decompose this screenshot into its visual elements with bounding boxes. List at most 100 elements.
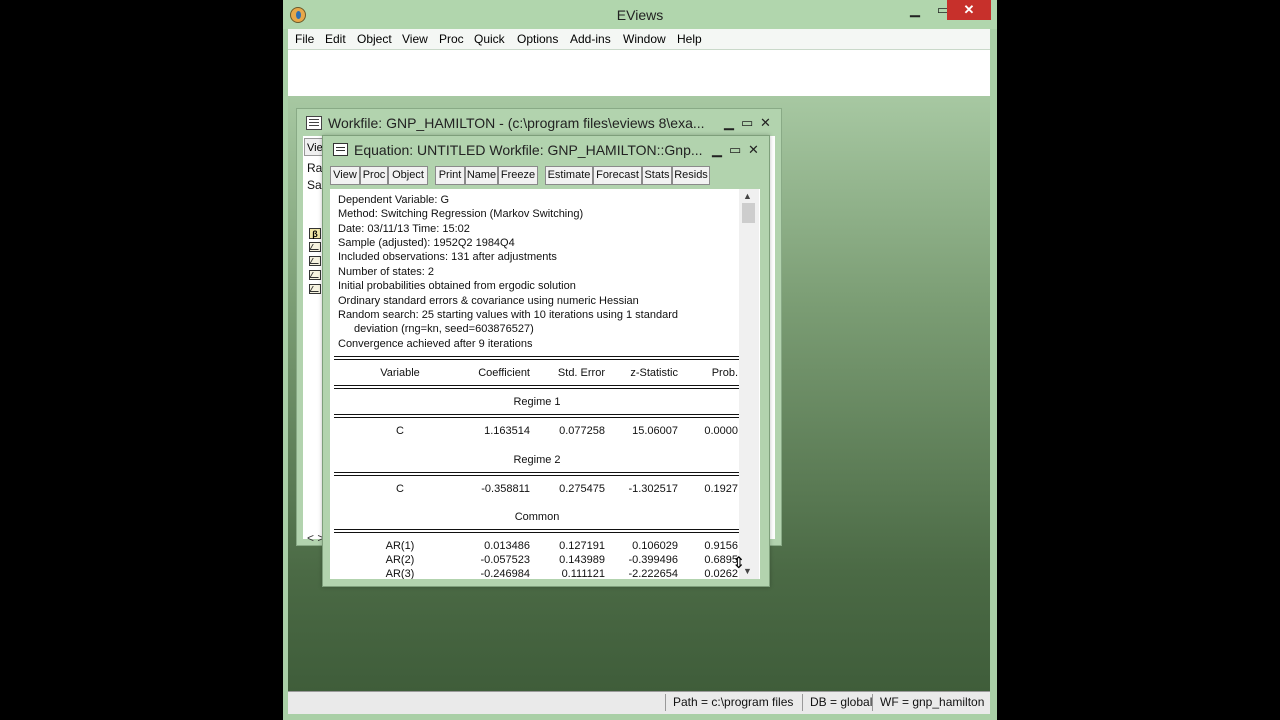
menu-add-ins[interactable]: Add-ins <box>570 32 611 46</box>
common-std-error: 0.127191 <box>559 540 605 552</box>
regime-1-label: Regime 1 <box>513 396 561 408</box>
common-prob: 0.9156 <box>704 540 738 552</box>
workfile-range-label: Ra <box>307 161 323 175</box>
column-header-coefficient: Coefficient <box>478 367 530 379</box>
menu-bar: File Edit Object View Proc Quick Options… <box>288 29 990 49</box>
common-variable: AR(1) <box>385 540 415 552</box>
table-rule <box>334 529 740 533</box>
equation-window[interactable]: Equation: UNTITLED Workfile: GNP_HAMILTO… <box>322 135 770 587</box>
series-icon[interactable] <box>309 242 321 252</box>
app-titlebar[interactable]: EViews ▁ ▭ ✕ <box>283 0 997 29</box>
common-variable: AR(3) <box>385 568 415 579</box>
status-wf: WF = gnp_hamilton <box>872 694 990 711</box>
header-line: Sample (adjusted): 1952Q2 1984Q4 <box>338 237 515 249</box>
regime1-variable: C <box>396 425 404 437</box>
equation-minimize-button[interactable]: ▁ <box>712 142 722 158</box>
menu-proc[interactable]: Proc <box>439 32 464 46</box>
common-variable: AR(2) <box>385 554 415 566</box>
regime1-z-statistic: 15.06007 <box>632 425 678 437</box>
regime2-z-statistic: -1.302517 <box>628 483 678 495</box>
menu-help[interactable]: Help <box>677 32 702 46</box>
command-window[interactable] <box>288 49 990 97</box>
common-coefficient: -0.057523 <box>480 554 530 566</box>
estimation-output[interactable]: Dependent Variable: G Method: Switching … <box>330 189 760 579</box>
common-coefficient: 0.013486 <box>484 540 530 552</box>
column-header-std-error: Std. Error <box>557 367 605 379</box>
toolbar-stats-button[interactable]: Stats <box>642 166 672 185</box>
header-line: Random search: 25 starting values with 1… <box>338 309 678 321</box>
column-header-variable: Variable <box>380 367 420 379</box>
workfile-icon <box>306 116 322 130</box>
coefficient-vector-icon[interactable]: β <box>309 228 321 239</box>
series-icon[interactable] <box>309 270 321 280</box>
regime-2-label: Regime 2 <box>513 454 561 466</box>
minimize-button[interactable]: ▁ <box>901 0 929 20</box>
toolbar-estimate-button[interactable]: Estimate <box>545 166 593 185</box>
header-line: Method: Switching Regression (Markov Swi… <box>338 208 584 220</box>
common-prob: 0.6895 <box>704 554 738 566</box>
workfile-title: Workfile: GNP_HAMILTON - (c:\program fil… <box>328 115 705 131</box>
vertical-scrollbar[interactable]: ▲ ▼ <box>739 189 759 579</box>
toolbar-name-button[interactable]: Name <box>465 166 498 185</box>
toolbar-print-button[interactable]: Print <box>435 166 465 185</box>
column-header-prob: Prob. <box>711 367 738 379</box>
equation-maximize-button[interactable]: ▭ <box>729 142 741 158</box>
table-rule <box>334 385 740 389</box>
header-line: Number of states: 2 <box>338 266 434 278</box>
menu-view[interactable]: View <box>402 32 428 46</box>
menu-window[interactable]: Window <box>623 32 666 46</box>
common-std-error: 0.111121 <box>561 568 605 579</box>
toolbar-object-button[interactable]: Object <box>388 166 428 185</box>
toolbar-forecast-button[interactable]: Forecast <box>593 166 642 185</box>
toolbar-freeze-button[interactable]: Freeze <box>498 166 538 185</box>
close-button[interactable]: ✕ <box>947 0 991 20</box>
status-db: DB = global <box>802 694 878 711</box>
header-line: Initial probabilities obtained from ergo… <box>338 280 576 292</box>
menu-file[interactable]: File <box>295 32 314 46</box>
regime1-std-error: 0.077258 <box>559 425 605 437</box>
header-line: deviation (rng=kn, seed=603876527) <box>354 323 534 335</box>
table-rule <box>334 472 740 476</box>
workfile-close-button[interactable]: ✕ <box>760 115 771 131</box>
series-icon[interactable] <box>309 284 321 294</box>
mouse-cursor-icon: ⇕ <box>732 555 746 572</box>
equation-icon <box>333 143 348 156</box>
common-label: Common <box>514 511 560 523</box>
equation-toolbar: View Proc Object Print Name Freeze Estim… <box>330 165 764 186</box>
toolbar-proc-button[interactable]: Proc <box>360 166 388 185</box>
scroll-up-icon[interactable]: ▲ <box>743 191 752 201</box>
menu-edit[interactable]: Edit <box>325 32 346 46</box>
table-rule <box>334 356 740 360</box>
regime2-prob: 0.1927 <box>704 483 738 495</box>
header-line: Dependent Variable: G <box>338 194 450 206</box>
menu-options[interactable]: Options <box>517 32 558 46</box>
equation-close-button[interactable]: ✕ <box>748 142 759 158</box>
workfile-maximize-button[interactable]: ▭ <box>741 115 753 131</box>
common-std-error: 0.143989 <box>559 554 605 566</box>
header-line: Date: 03/11/13 Time: 15:02 <box>338 223 470 235</box>
toolbar-view-button[interactable]: View <box>330 166 360 185</box>
regime2-variable: C <box>396 483 404 495</box>
status-path: Path = c:\program files <box>665 694 802 711</box>
table-rule <box>334 414 740 418</box>
common-z-statistic: 0.106029 <box>632 540 678 552</box>
common-coefficient: -0.246984 <box>480 568 530 579</box>
series-icon[interactable] <box>309 256 321 266</box>
toolbar-resids-button[interactable]: Resids <box>672 166 710 185</box>
header-line: Ordinary standard errors & covariance us… <box>338 295 639 307</box>
workfile-minimize-button[interactable]: ▁ <box>724 115 734 131</box>
column-header-z-statistic: z-Statistic <box>630 367 678 379</box>
regime2-std-error: 0.275475 <box>559 483 605 495</box>
scroll-thumb[interactable] <box>742 203 755 223</box>
menu-object[interactable]: Object <box>357 32 392 46</box>
common-z-statistic: -2.222654 <box>628 568 678 579</box>
regime1-coefficient: 1.163514 <box>484 425 530 437</box>
app-title: EViews <box>616 7 664 23</box>
workfile-sample-label: Sa <box>307 178 322 192</box>
header-line: Convergence achieved after 9 iterations <box>338 338 533 350</box>
common-prob: 0.0262 <box>704 568 738 579</box>
regime1-prob: 0.0000 <box>704 425 738 437</box>
common-z-statistic: -0.399496 <box>628 554 678 566</box>
equation-title: Equation: UNTITLED Workfile: GNP_HAMILTO… <box>354 142 703 158</box>
menu-quick[interactable]: Quick <box>474 32 505 46</box>
